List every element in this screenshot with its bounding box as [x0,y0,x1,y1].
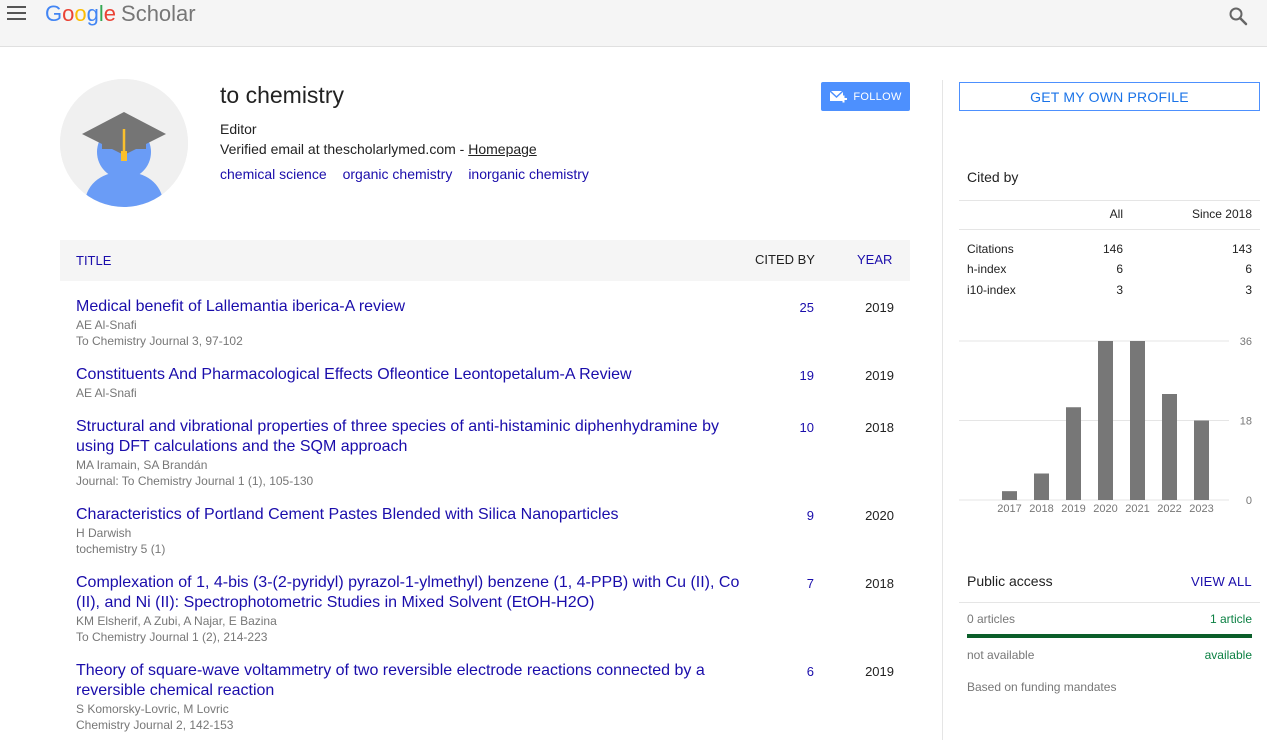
x-tick-label: 2017 [997,503,1021,515]
article-title[interactable]: Theory of square-wave voltammetry of two… [76,661,746,701]
metric-since: 6 [1245,262,1252,276]
top-bar: Google Scholar [0,0,1267,47]
hamburger-menu-icon[interactable] [7,6,27,22]
articles-table-header: TITLE CITED BY YEAR [60,240,910,281]
search-icon[interactable] [1228,6,1248,26]
metric-all: 3 [1116,283,1123,297]
google-scholar-logo[interactable]: Google Scholar [45,0,196,28]
article-title[interactable]: Complexation of 1, 4-bis (3-(2-pyridyl) … [76,573,746,613]
y-tick-label: 0 [1246,495,1252,507]
cited-by-title: Cited by [967,169,1019,185]
metric-label[interactable]: Citations [967,242,1014,256]
sort-by-cited[interactable]: CITED BY [755,252,815,267]
interest-chemical-science[interactable]: chemical science [220,166,327,182]
interest-inorganic-chemistry[interactable]: inorganic chemistry [468,166,589,182]
public-access-divider [959,602,1260,603]
chart-bar-2023[interactable] [1194,420,1209,501]
chart-bar-2017[interactable] [1002,491,1017,500]
pa-available-count[interactable]: 1 article [1210,612,1252,626]
chart-bar-2022[interactable] [1162,394,1177,500]
x-tick-label: 2019 [1061,503,1085,515]
article-authors: AE Al-Snafi [76,386,137,400]
article-title[interactable]: Structural and vibrational properties of… [76,417,746,457]
cited-by-count[interactable]: 10 [760,420,814,435]
x-tick-label: 2022 [1157,503,1181,515]
y-tick-label: 36 [1240,336,1252,348]
x-tick-label: 2018 [1029,503,1053,515]
get-my-own-profile-button[interactable]: GET MY OWN PROFILE [959,82,1260,111]
article-venue: To Chemistry Journal 1 (2), 214-223 [76,630,268,644]
metric-row-h-index: h-index 6 6 [967,262,1252,278]
chart-bar-2019[interactable] [1066,407,1081,500]
cited-by-count[interactable]: 25 [760,300,814,315]
article-authors: AE Al-Snafi [76,318,137,332]
metric-row-i10-index: i10-index 3 3 [967,283,1252,299]
public-access-progress-bar [967,634,1252,638]
article-venue: Journal: To Chemistry Journal 1 (1), 105… [76,474,314,488]
x-tick-label: 2020 [1093,503,1117,515]
email-follow-icon [829,89,848,102]
article-title[interactable]: Constituents And Pharmacological Effects… [76,365,746,385]
article-venue: Chemistry Journal 2, 142-153 [76,718,234,732]
cited-by-count[interactable]: 9 [760,508,814,523]
metric-all: 6 [1116,262,1123,276]
article-year: 2019 [865,368,894,383]
metric-label[interactable]: h-index [967,262,1006,276]
chart-bar-2021[interactable] [1130,341,1145,500]
y-tick-label: 18 [1240,416,1252,428]
profile-email: Verified email at thescholarlymed.com - … [220,141,537,157]
article-title[interactable]: Characteristics of Portland Cement Paste… [76,505,746,525]
article-authors: KM Elsherif, A Zubi, A Najar, E Bazina [76,614,277,628]
article-authors: H Darwish [76,526,132,540]
article-year: 2019 [865,300,894,315]
graduation-cap-avatar-icon [60,79,188,207]
pa-not-available-count[interactable]: 0 articles [967,612,1015,626]
public-access-title: Public access [967,573,1053,589]
funding-mandates-note: Based on funding mandates [967,680,1117,694]
cited-by-count[interactable]: 7 [760,576,814,591]
profile-name: to chemistry [220,82,344,108]
metric-since: 143 [1231,242,1252,256]
article-authors: MA Iramain, SA Brandán [76,458,208,472]
research-interests: chemical science organic chemistry inorgan… [220,166,605,182]
x-tick-label: 2023 [1189,503,1213,515]
interest-organic-chemistry[interactable]: organic chemistry [343,166,453,182]
chart-bar-2020[interactable] [1098,341,1113,500]
view-all-button[interactable]: VIEW ALL [1191,574,1252,589]
article-venue: To Chemistry Journal 3, 97-102 [76,334,243,348]
cited-by-count[interactable]: 6 [760,664,814,679]
cited-by-col-all: All [1109,207,1123,221]
citations-per-year-chart: 0 18 36 2017 2018 2019 2020 2021 2022 2023 [959,336,1252,515]
cited-by-header-divider [959,229,1260,230]
column-divider [942,80,943,740]
profile-avatar [60,79,188,207]
metric-all: 146 [1102,242,1123,256]
metric-row-citations: Citations 146 143 [967,242,1252,258]
article-title[interactable]: Medical benefit of Lallemantia iberica-A… [76,297,746,317]
article-year: 2020 [865,508,894,523]
follow-button[interactable]: FOLLOW [821,82,910,111]
chart-bar-2018[interactable] [1034,473,1049,501]
x-tick-label: 2021 [1125,503,1149,515]
sort-by-title[interactable]: TITLE [76,253,111,268]
article-authors: S Komorsky-Lovric, M Lovric [76,702,229,716]
article-year: 2018 [865,576,894,591]
homepage-link[interactable]: Homepage [468,141,537,157]
pa-available-label: available [1204,648,1252,662]
pa-not-available-label: not available [967,648,1035,662]
article-year: 2019 [865,664,894,679]
cited-by-divider [959,200,1260,201]
cited-by-count[interactable]: 19 [760,368,814,383]
metric-since: 3 [1245,283,1252,297]
sort-by-year[interactable]: YEAR [857,252,892,267]
metric-label[interactable]: i10-index [967,283,1016,297]
article-year: 2018 [865,420,894,435]
profile-affiliation: Editor [220,121,257,137]
article-venue: tochemistry 5 (1) [76,542,166,556]
cited-by-col-since: Since 2018 [1191,207,1252,221]
